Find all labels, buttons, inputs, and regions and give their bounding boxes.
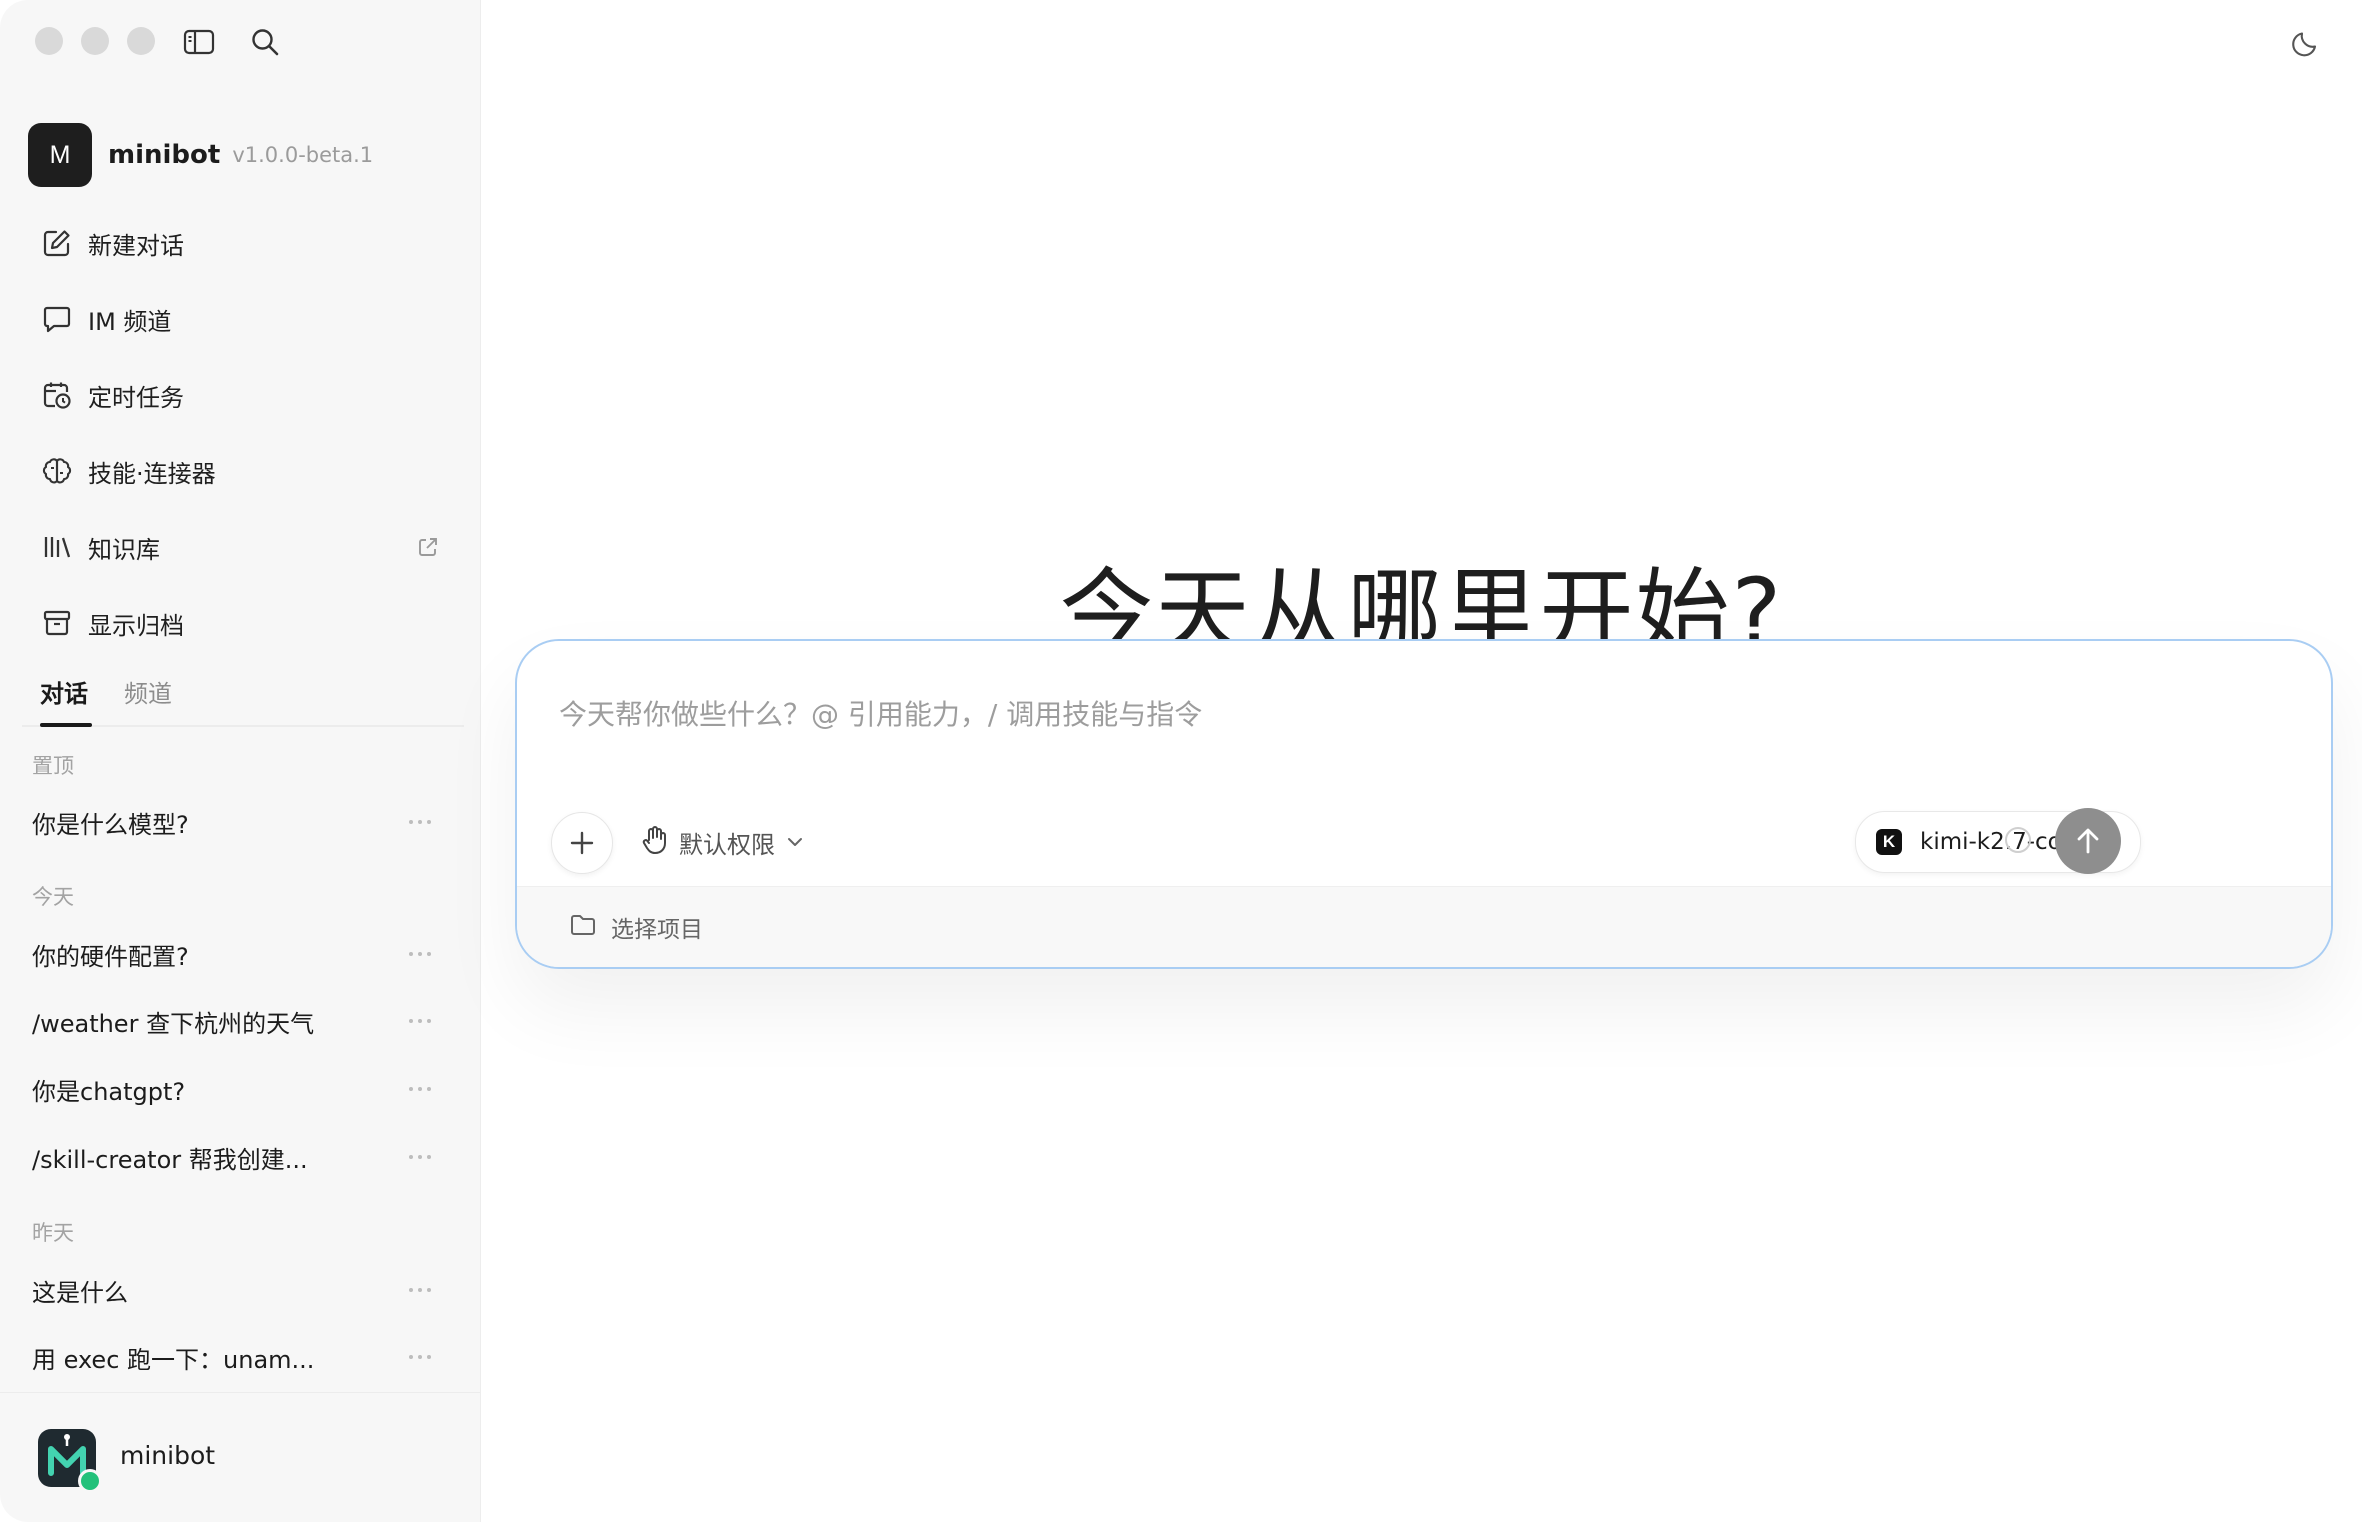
send-button[interactable]: [2055, 808, 2121, 874]
more-horizontal-icon[interactable]: [402, 1005, 438, 1037]
chat-bubble-icon: [40, 302, 74, 336]
conversation-title: /skill-creator 帮我创建...: [32, 1145, 308, 1174]
more-horizontal-icon[interactable]: [402, 806, 438, 838]
arrow-up-icon: [2077, 828, 2099, 854]
sidebar-tabs: 对话 频道: [22, 668, 464, 727]
conversation-item[interactable]: 你是chatgpt?: [18, 1059, 452, 1119]
nav-skills-connectors[interactable]: 技能·连接器: [22, 433, 452, 509]
conversation-item[interactable]: 这是什么: [18, 1260, 452, 1320]
group-label-yesterday: 昨天: [32, 1221, 74, 1245]
app-name: minibot: [108, 140, 221, 170]
moon-icon[interactable]: [2288, 24, 2324, 60]
avatar: [38, 1429, 102, 1493]
archive-icon: [40, 606, 74, 640]
conversation-title: 你是什么模型?: [32, 810, 189, 839]
group-label-today: 今天: [32, 885, 74, 909]
more-horizontal-icon[interactable]: [402, 1141, 438, 1173]
conversation-title: 你的硬件配置?: [32, 942, 189, 971]
edit-icon: [40, 226, 74, 260]
conversation-item[interactable]: 用 exec 跑一下：unam...: [18, 1327, 452, 1387]
main-content: 今天从哪里开始? 默认权限 K kimi-k2.7-code: [481, 0, 2362, 1522]
app-window: M minibot v1.0.0-beta.1 新建对话 IM 频道 定时任务 …: [0, 0, 2362, 1522]
nav-label: 定时任务: [88, 383, 184, 412]
nav-label: 显示归档: [88, 611, 184, 640]
more-horizontal-icon[interactable]: [402, 1073, 438, 1105]
conversation-title: 用 exec 跑一下：unam...: [32, 1345, 315, 1374]
plus-icon: [570, 831, 594, 855]
nav-label: 新建对话: [88, 231, 184, 260]
message-input[interactable]: [557, 697, 2261, 732]
nav-im-channel[interactable]: IM 频道: [22, 281, 452, 357]
more-horizontal-icon[interactable]: [402, 938, 438, 970]
nav-label: 知识库: [88, 535, 160, 564]
group-label-pinned: 置顶: [32, 754, 74, 778]
conversation-item[interactable]: 你是什么模型?: [18, 792, 452, 852]
search-icon[interactable]: [247, 24, 283, 60]
conversation-item[interactable]: /skill-creator 帮我创建...: [18, 1127, 452, 1187]
library-icon: [40, 530, 74, 564]
zoom-window-button[interactable]: [127, 27, 155, 55]
minimize-window-button[interactable]: [81, 27, 109, 55]
nav-new-chat[interactable]: 新建对话: [22, 205, 452, 281]
window-controls: [35, 27, 155, 55]
calendar-clock-icon: [40, 378, 74, 412]
conversation-title: 你是chatgpt?: [32, 1077, 186, 1106]
select-project-button[interactable]: 选择项目: [569, 910, 703, 944]
online-status-indicator: [78, 1469, 102, 1493]
nav-knowledge-base[interactable]: 知识库: [22, 509, 452, 585]
external-link-icon[interactable]: [414, 533, 442, 561]
permission-label: 默认权限: [679, 830, 775, 859]
nav-label: 技能·连接器: [88, 459, 216, 488]
message-composer: 默认权限 K kimi-k2.7-code: [515, 639, 2333, 969]
tab-conversations[interactable]: 对话: [40, 674, 88, 709]
close-window-button[interactable]: [35, 27, 63, 55]
more-horizontal-icon[interactable]: [402, 1274, 438, 1306]
add-attachment-button[interactable]: [551, 812, 613, 874]
context-usage-indicator[interactable]: [2005, 827, 2031, 853]
sidebar-toggle-icon[interactable]: [181, 24, 217, 60]
active-tab-indicator: [40, 723, 92, 727]
hand-icon: [641, 825, 669, 859]
kimi-logo-icon: K: [1876, 829, 1902, 855]
composer-footer: 选择项目: [517, 886, 2331, 967]
nav-scheduled-tasks[interactable]: 定时任务: [22, 357, 452, 433]
nav-label: IM 频道: [88, 307, 172, 336]
folder-icon: [569, 913, 597, 941]
conversation-item[interactable]: /weather 查下杭州的天气: [18, 991, 452, 1051]
user-name: minibot: [120, 1441, 216, 1470]
app-version: v1.0.0-beta.1: [232, 143, 374, 167]
sidebar: M minibot v1.0.0-beta.1 新建对话 IM 频道 定时任务 …: [0, 0, 481, 1522]
chevron-down-icon: [787, 837, 803, 847]
select-project-label: 选择项目: [611, 917, 703, 943]
brain-icon: [40, 454, 74, 488]
app-logo: M: [28, 123, 92, 187]
permission-selector[interactable]: 默认权限: [641, 822, 803, 862]
nav-show-archived[interactable]: 显示归档: [22, 585, 452, 661]
sidebar-nav: 新建对话 IM 频道 定时任务 技能·连接器 知识库 显示归档: [22, 205, 452, 661]
more-horizontal-icon[interactable]: [402, 1341, 438, 1373]
tab-channels[interactable]: 频道: [124, 674, 172, 709]
conversation-title: 这是什么: [32, 1278, 128, 1307]
conversation-title: /weather 查下杭州的天气: [32, 1009, 315, 1038]
user-profile[interactable]: minibot: [0, 1392, 480, 1522]
conversation-item[interactable]: 你的硬件配置?: [18, 924, 452, 984]
app-brand: M minibot v1.0.0-beta.1: [28, 123, 373, 187]
